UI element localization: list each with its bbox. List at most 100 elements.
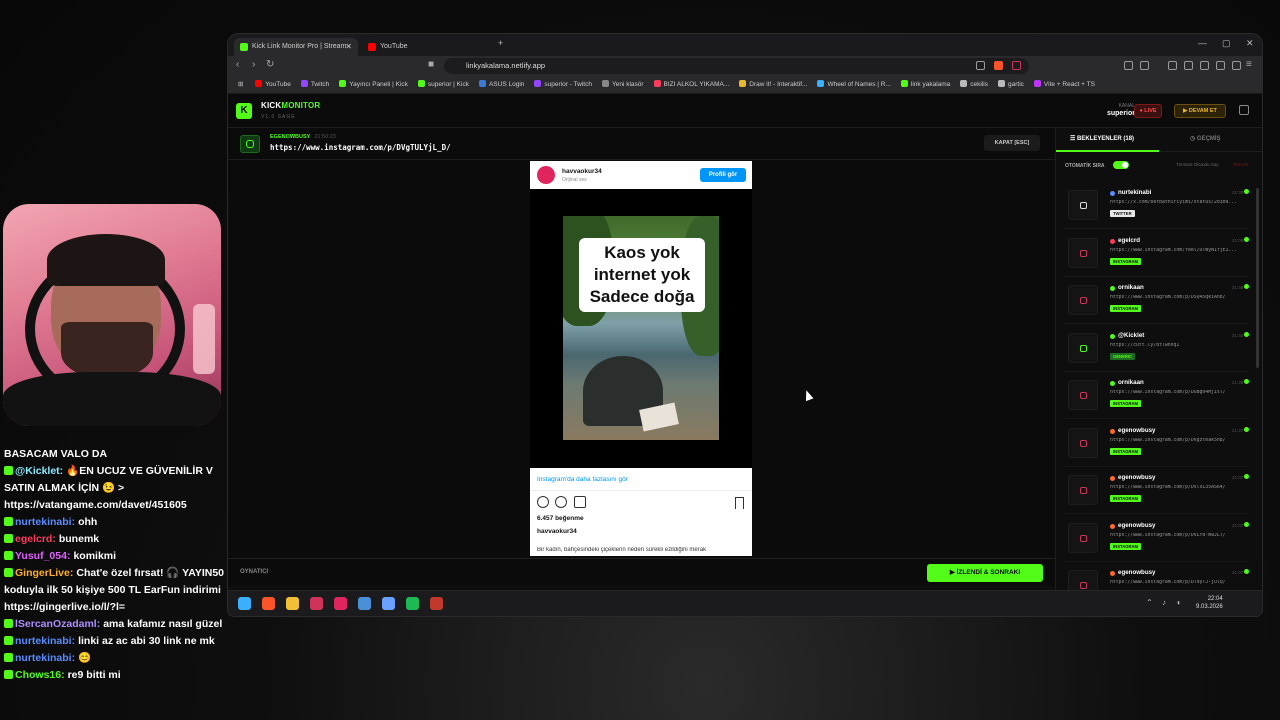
tab-youtube[interactable]: YouTube	[362, 38, 472, 56]
bookmark-item[interactable]: Yeni klasör	[601, 76, 644, 93]
brave-shields-icon[interactable]	[994, 61, 1003, 70]
new-tab-button[interactable]: +	[498, 38, 503, 48]
queue-item[interactable]: @Kicklet 21:34 https://cutt.ly/8tTwnnq1 GEN…	[1064, 328, 1249, 372]
address-bar[interactable]: linkyakalama.netlify.app	[444, 58, 1029, 74]
tab-kick-link-monitor[interactable]: Kick Link Monitor Pro | Stream ✕	[234, 38, 358, 56]
bookmark-item[interactable]: gartic	[998, 76, 1024, 93]
bookmark-item[interactable]: cekilis	[960, 76, 988, 93]
user-status-dot	[1110, 286, 1115, 291]
app-brand: KICKMONITOR	[261, 101, 320, 110]
steam-icon[interactable]	[358, 597, 371, 610]
brave-rewards-icon[interactable]	[1012, 61, 1021, 70]
back-icon[interactable]: ‹	[236, 59, 239, 70]
system-clock[interactable]: 22:04 9.03.2026	[1196, 595, 1223, 611]
apps-grid-icon[interactable]: ⊞	[238, 76, 243, 93]
bookmark-item[interactable]: link yakalama	[900, 76, 950, 93]
mic-icon[interactable]: ♪	[1162, 598, 1166, 607]
minimize-button[interactable]: —	[1198, 38, 1207, 48]
bookmark-item[interactable]: Wheel of Names | R...	[817, 76, 891, 93]
clear-button[interactable]: Temizle	[1233, 162, 1248, 167]
bookmark-item[interactable]: superior | Kick	[417, 76, 469, 93]
avatar[interactable]	[537, 166, 555, 184]
status-dot	[1244, 284, 1249, 289]
volume-icon[interactable]: ◖	[1176, 598, 1181, 607]
queue-item[interactable]: ornikaan 21:38 https://www.instagram.com/p…	[1064, 375, 1249, 419]
share-icon[interactable]	[574, 496, 586, 508]
spotify-icon[interactable]	[406, 597, 419, 610]
player-footer: OYNATICI ▶ İZLENDİ & SONRAKI	[228, 558, 1055, 586]
chat-username[interactable]: GingerLive:	[15, 567, 73, 579]
bookmark-item[interactable]: Yayıncı Paneli | Kick	[339, 76, 408, 93]
bookmark-item[interactable]: superior - Twitch	[534, 76, 592, 93]
extensions-puzzle-icon[interactable]	[1216, 61, 1225, 70]
mark-all-read-button[interactable]: Tümünü Okundu Say	[1176, 162, 1219, 167]
maximize-button[interactable]: ▢	[1222, 38, 1231, 49]
continue-button[interactable]: ▶ DEVAM ET	[1174, 104, 1226, 118]
close-window-button[interactable]: ✕	[1246, 38, 1254, 49]
reader-icon[interactable]	[1140, 61, 1149, 70]
queue-item[interactable]: egenowbusy 21:07 https://www.instagram.com…	[1064, 470, 1249, 514]
reload-icon[interactable]: ↻	[266, 59, 274, 70]
file-explorer-icon[interactable]	[286, 597, 299, 610]
bookmark-item[interactable]: ASUS Login	[478, 76, 524, 93]
chat-username[interactable]: nurtekinabi:	[15, 635, 75, 647]
bookmark-item[interactable]: Vite + React + TS	[1033, 76, 1095, 93]
extension-icon[interactable]	[1124, 61, 1133, 70]
overlay-line: Sadece doğa	[589, 287, 695, 306]
auto-queue-toggle[interactable]	[1113, 161, 1129, 169]
media-icon[interactable]	[1168, 61, 1177, 70]
embed-username[interactable]: havvaokur34	[562, 168, 602, 175]
brave-icon[interactable]	[262, 597, 275, 610]
tab-history[interactable]: ◷ GEÇMİŞ	[1190, 135, 1221, 142]
bookmark-item[interactable]: YouTube	[255, 76, 291, 93]
caption-username[interactable]: havvaokur34	[537, 528, 577, 535]
wallet-icon[interactable]	[1200, 61, 1209, 70]
current-link-url[interactable]: https://www.instagram.com/p/DVgTULYjL_D/	[270, 143, 451, 152]
settings-icon[interactable]	[1239, 105, 1249, 115]
forward-icon[interactable]: ›	[252, 59, 255, 70]
view-more-link[interactable]: Instagram'da daha fazlasını gör	[537, 476, 628, 483]
chat-username[interactable]: @Kicklet:	[15, 465, 63, 477]
bookmark-icon[interactable]: ■	[428, 59, 434, 70]
reel-video[interactable]: Kaos yok internet yok Sadece doğa	[563, 216, 719, 440]
app-red-icon[interactable]	[310, 597, 323, 610]
share-icon[interactable]	[976, 61, 985, 70]
queue-item[interactable]: egelcrd 21:06 https://www.instagram.com/re…	[1064, 233, 1249, 277]
save-icon[interactable]	[735, 497, 744, 509]
close-tab-icon[interactable]: ✕	[345, 38, 352, 56]
like-icon[interactable]	[537, 496, 549, 508]
status-dot	[1244, 236, 1249, 242]
chat-message: BASACAM VALO DA	[4, 446, 226, 463]
bookmark-item[interactable]: Twitch	[300, 76, 329, 93]
queue-user: egenowbusy	[1118, 426, 1156, 434]
bookmark-item[interactable]: Draw it! - Interaktif...	[739, 76, 807, 93]
view-profile-button[interactable]: Profili gör	[700, 168, 746, 182]
chat-username[interactable]: Chows16:	[15, 669, 65, 681]
chat-username[interactable]: nurtekinabi:	[15, 516, 75, 528]
app-globe-icon[interactable]	[382, 597, 395, 610]
app-shield-icon[interactable]	[334, 597, 347, 610]
close-button[interactable]: KAPAT [ESC]	[984, 135, 1040, 151]
bookmark-label: YouTube	[265, 81, 291, 88]
sidebar-icon[interactable]	[1184, 61, 1193, 70]
menu-icon[interactable]: ≡	[1246, 59, 1252, 70]
bookmark-item[interactable]: BIZI ALKOL YIKAMA...	[653, 76, 729, 93]
comment-icon[interactable]	[555, 496, 567, 508]
chat-username[interactable]: lSercanOzadaml:	[15, 618, 100, 630]
app-obs-icon[interactable]	[430, 597, 443, 610]
chat-username[interactable]: nurtekinabi:	[15, 652, 75, 664]
live-badge[interactable]: ● LIVE	[1134, 104, 1162, 118]
scrollbar[interactable]	[1256, 188, 1259, 368]
vpn-icon[interactable]	[1232, 61, 1241, 70]
tab-waiting[interactable]: ☰ BEKLEYENLER (18)	[1070, 135, 1134, 142]
windows-start-icon[interactable]	[238, 597, 251, 610]
player-label: OYNATICI	[240, 569, 269, 575]
queue-item[interactable]: egenowbusy 21:37 https://www.instagram.com…	[1064, 423, 1249, 467]
queue-item[interactable]: egenowbusy 21:07 https://www.instagram.com…	[1064, 518, 1249, 562]
chat-username[interactable]: egelcrd:	[15, 533, 56, 545]
watched-next-button[interactable]: ▶ İZLENDİ & SONRAKI	[927, 564, 1043, 582]
chat-username[interactable]: Yusuf_054:	[15, 550, 70, 562]
queue-item[interactable]: ornikaan 21:38 https://www.instagram.com/p…	[1064, 280, 1249, 324]
queue-item[interactable]: nurtekinabi 21:38 https://x.com/berbathiri…	[1064, 185, 1249, 229]
tray-chevron-icon[interactable]: ⌃	[1146, 598, 1153, 607]
